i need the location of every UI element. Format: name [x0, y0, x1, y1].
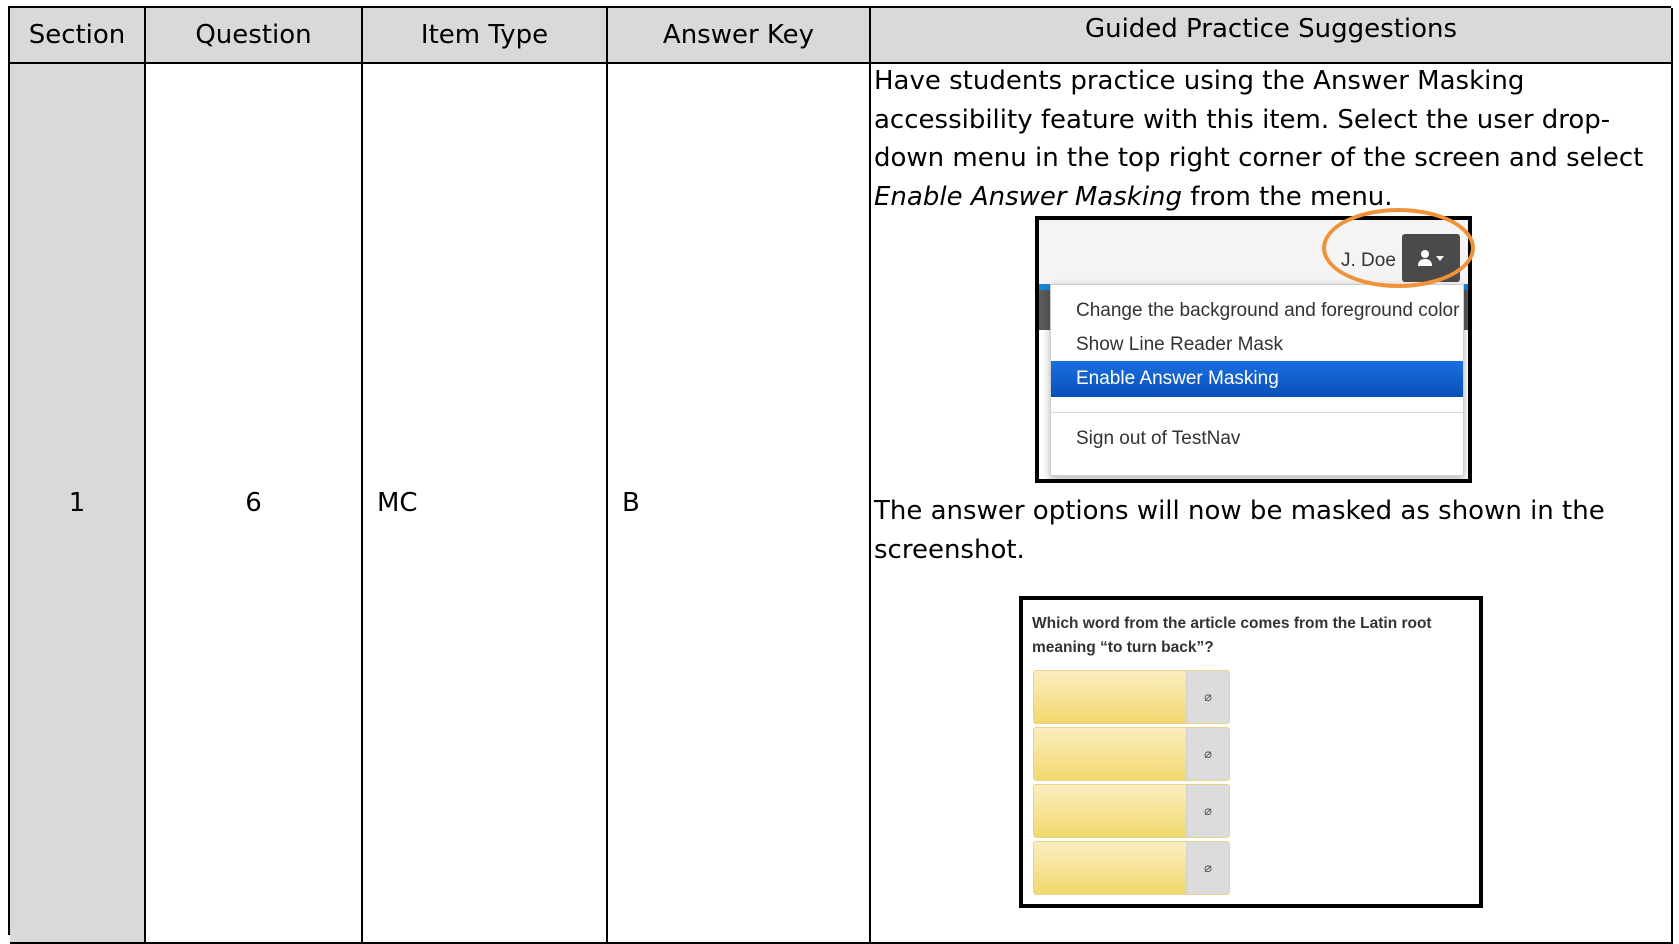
cell-section: 1: [10, 64, 146, 944]
menu-item-change-colors[interactable]: Change the background and foreground col…: [1051, 293, 1463, 329]
result-line: The answer options will now be masked as…: [874, 496, 1605, 526]
instruction-line-end: from the menu.: [1182, 181, 1393, 212]
masked-answers-screenshot: Which word from the article comes from t…: [1019, 596, 1483, 908]
menu-item-line-reader-mask[interactable]: Show Line Reader Mask: [1051, 327, 1463, 363]
menu-divider: [1051, 412, 1463, 413]
instruction-line: accessibility feature with this item. Se…: [874, 104, 1611, 135]
guided-practice-result: The answer options will now be masked as…: [874, 492, 1664, 569]
instruction-line: Enable Answer Masking from the menu.: [874, 178, 1664, 217]
cell-question: 6: [146, 64, 363, 944]
cell-item-type: MC: [363, 64, 608, 944]
header-question: Question: [146, 8, 363, 64]
eye-slash-icon[interactable]: ⌀: [1186, 728, 1229, 780]
guided-practice-instructions: Have students practice using the Answer …: [874, 62, 1664, 216]
instruction-line: down menu in the top right corner of the…: [874, 143, 1644, 173]
header-answer-key: Answer Key: [608, 8, 871, 64]
menu-item-sign-out[interactable]: Sign out of TestNav: [1051, 421, 1463, 457]
masked-answer-option[interactable]: ⌀: [1033, 841, 1230, 895]
question-line: Which word from the article comes from t…: [1032, 615, 1432, 632]
result-line: screenshot.: [874, 534, 1025, 565]
masked-answer-option[interactable]: ⌀: [1033, 727, 1230, 781]
header-guided-practice: Guided Practice Suggestions: [871, 8, 1673, 64]
cell-answer-key: B: [608, 64, 871, 944]
header-item-type: Item Type: [363, 8, 608, 64]
question-prompt: Which word from the article comes from t…: [1032, 612, 1462, 660]
enable-answer-masking-text: Enable Answer Masking: [874, 181, 1183, 212]
user-dropdown-menu: Change the background and foreground col…: [1050, 284, 1464, 476]
highlight-circle: [1322, 208, 1475, 288]
eye-slash-icon[interactable]: ⌀: [1186, 842, 1229, 894]
masked-answer-option[interactable]: ⌀: [1033, 670, 1230, 724]
masked-answer-option[interactable]: ⌀: [1033, 784, 1230, 838]
eye-slash-icon[interactable]: ⌀: [1186, 785, 1229, 837]
menu-item-enable-answer-masking[interactable]: Enable Answer Masking: [1051, 361, 1463, 397]
header-section: Section: [10, 8, 146, 64]
eye-slash-icon[interactable]: ⌀: [1186, 671, 1229, 723]
instruction-line: Have students practice using the Answer …: [874, 66, 1525, 96]
question-line: meaning “to turn back”?: [1032, 639, 1214, 656]
